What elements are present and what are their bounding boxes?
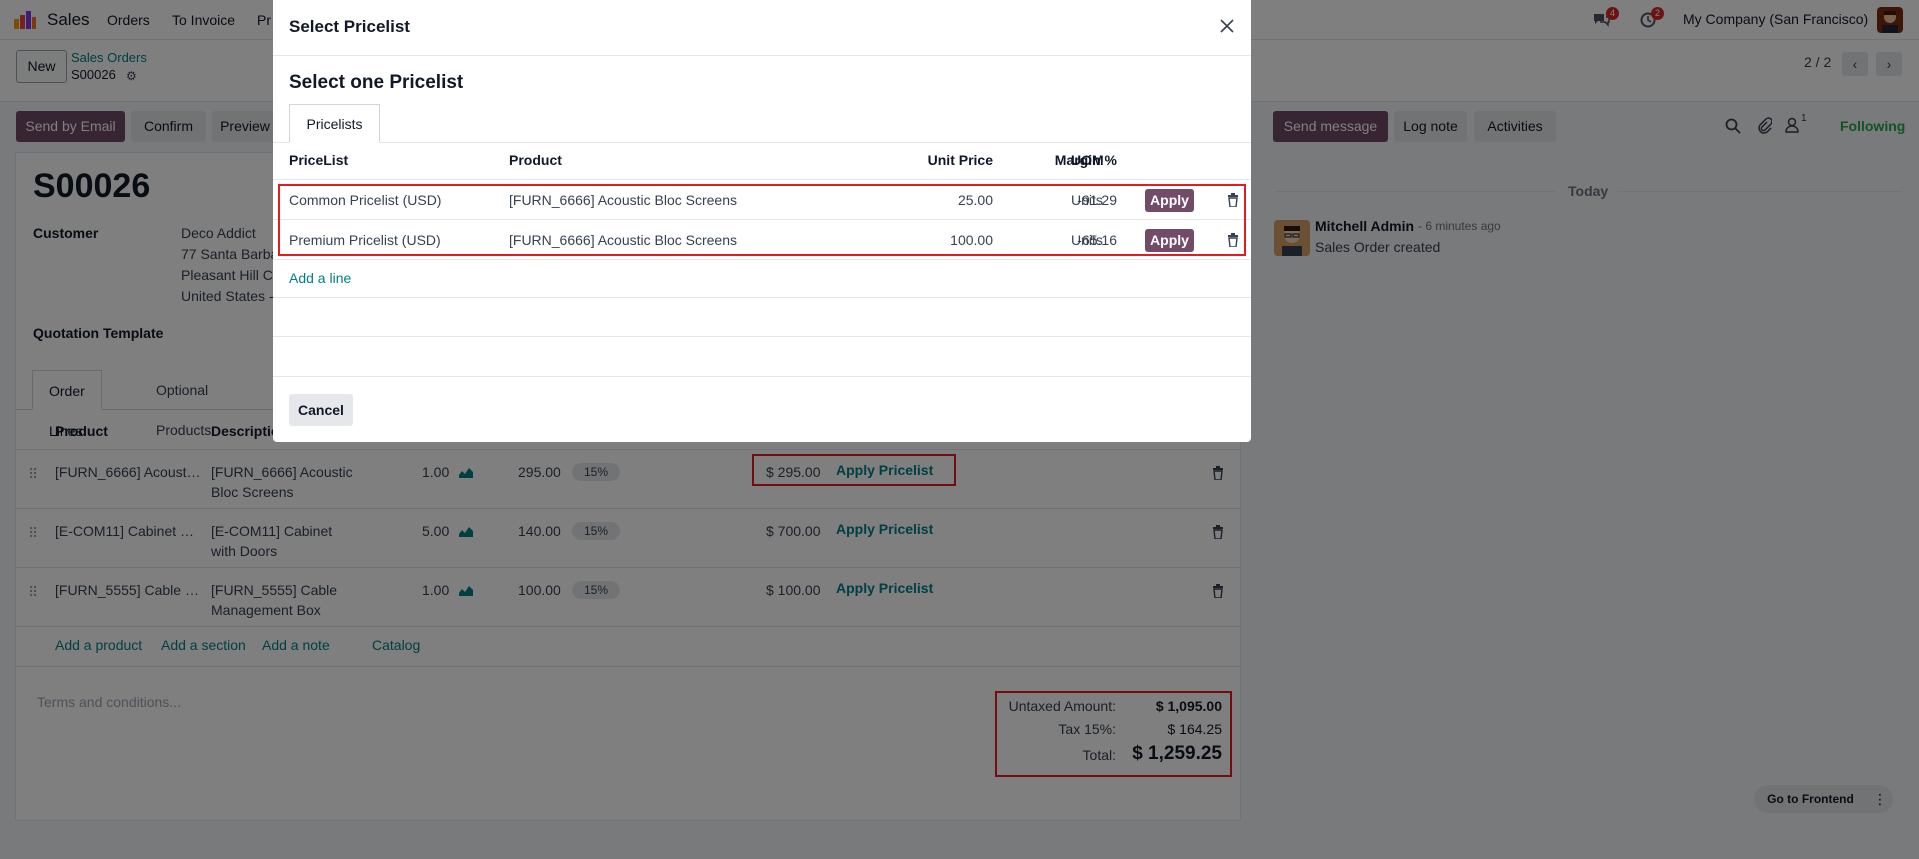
dialog-title: Select Pricelist (289, 17, 410, 36)
column-header-uom[interactable]: UOM (1071, 152, 1104, 168)
tab-pricelists[interactable]: Pricelists (289, 104, 380, 143)
column-header-pricelist[interactable]: PriceList (289, 152, 348, 168)
dialog-subtitle: Select one Pricelist (289, 72, 464, 93)
dialog-header-divider (273, 55, 1251, 56)
highlight-box (278, 184, 1246, 256)
row-divider (273, 259, 1251, 260)
row-divider (273, 297, 1251, 298)
column-header-product[interactable]: Product (509, 152, 562, 168)
column-header-unit-price[interactable]: Unit Price (873, 152, 993, 168)
cancel-button[interactable]: Cancel (289, 394, 353, 426)
close-icon[interactable] (1217, 16, 1237, 36)
tab-divider (273, 142, 1251, 143)
select-pricelist-dialog: Select Pricelist Select one Pricelist Pr… (273, 0, 1251, 442)
add-line-link[interactable]: Add a line (289, 270, 351, 286)
row-divider (273, 336, 1251, 337)
dialog-footer-divider (273, 376, 1251, 377)
